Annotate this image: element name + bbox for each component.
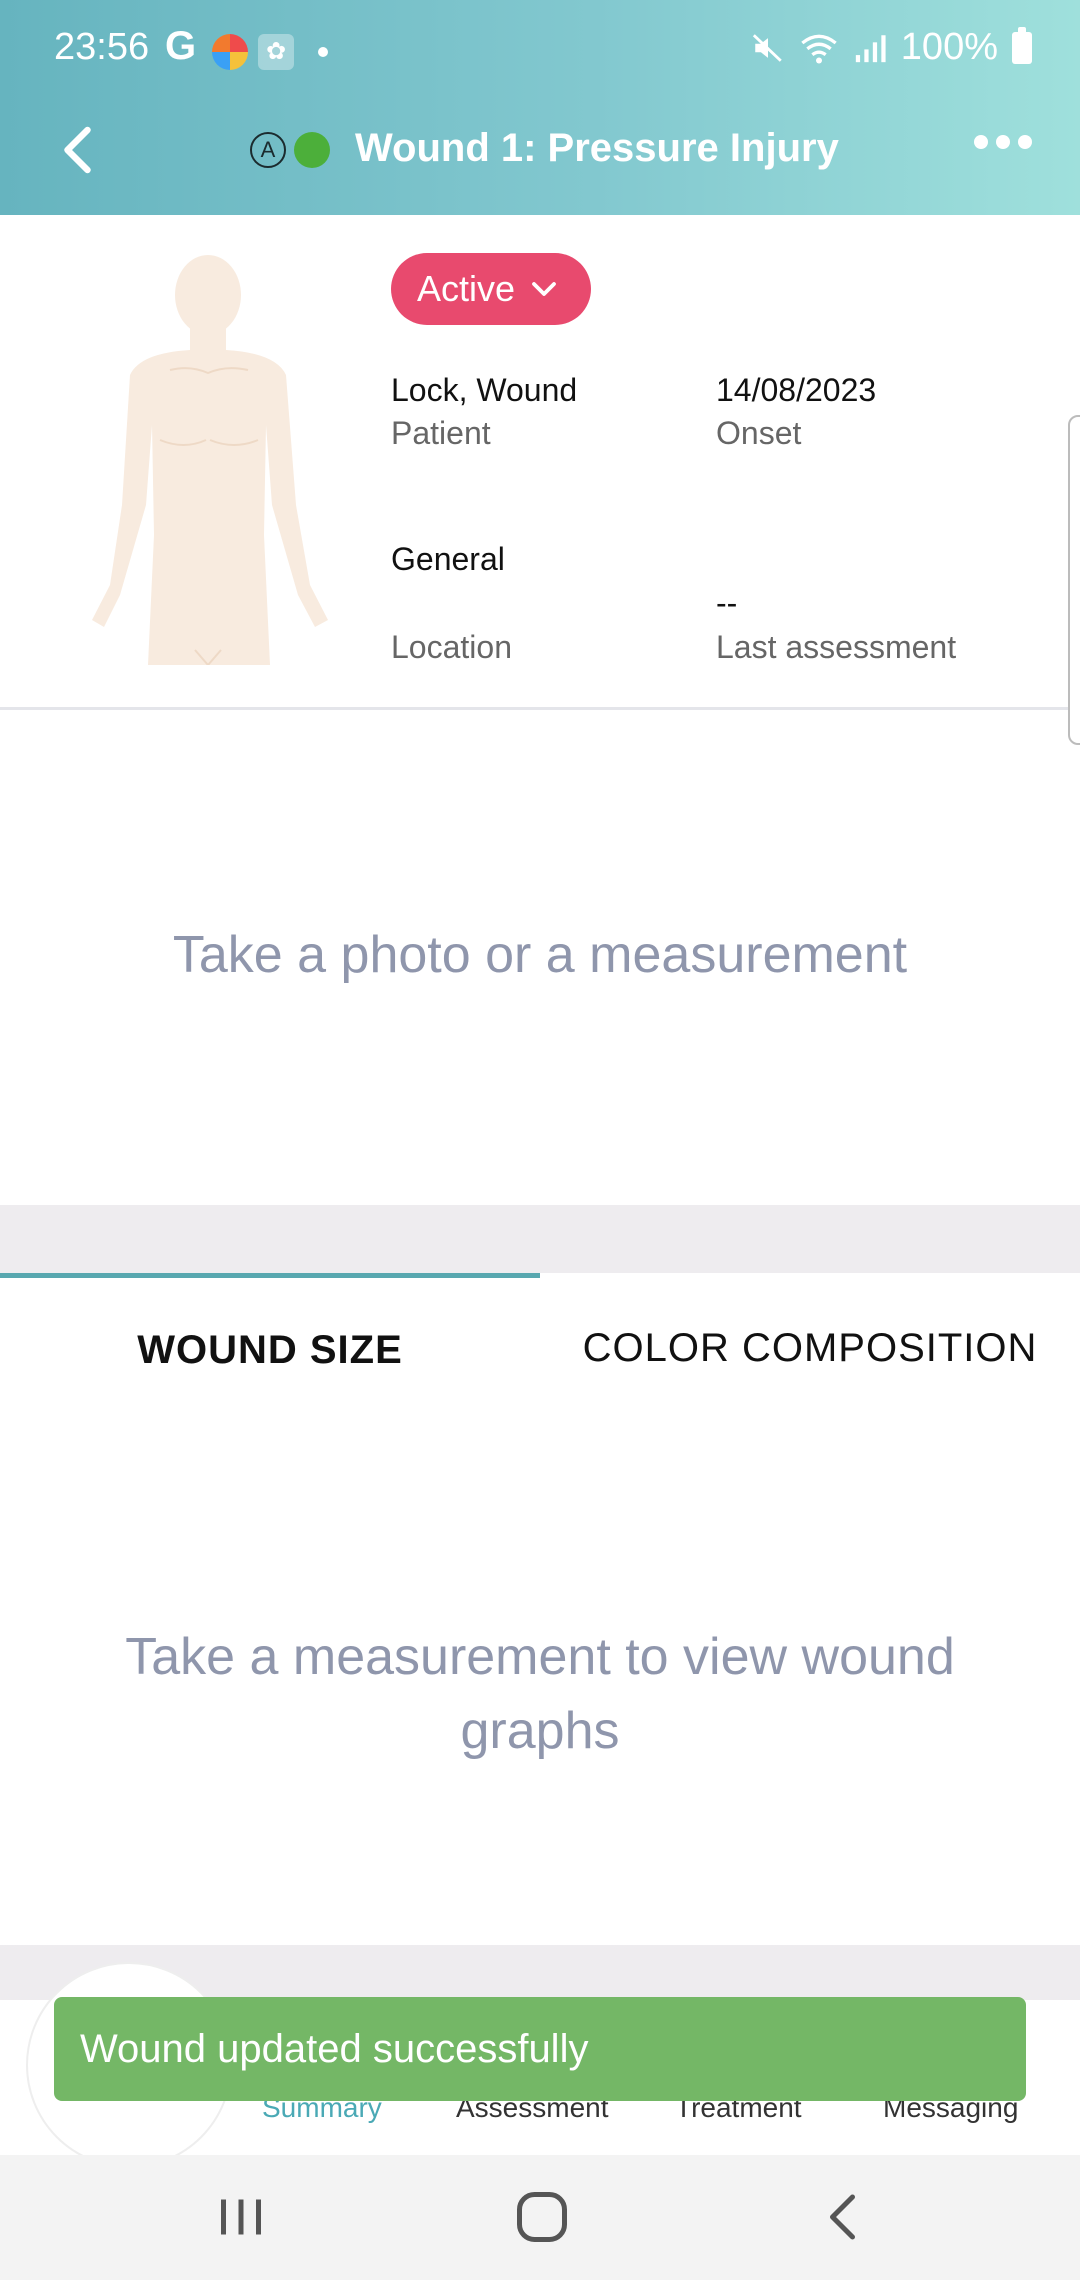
chevron-down-icon: [532, 282, 556, 296]
status-dot: [294, 132, 330, 168]
signal-icon: [855, 34, 886, 62]
battery-icon: [1012, 26, 1032, 64]
success-toast: Wound updated successfully: [54, 1997, 1026, 2101]
tab-color-composition[interactable]: COLOR COMPOSITION: [540, 1273, 1080, 1423]
patient-label: Patient: [391, 415, 491, 451]
section-divider: [0, 1205, 1080, 1273]
app-bar: A Wound 1: Pressure Injury: [0, 100, 1080, 215]
last-assessment-label: Last assessment: [716, 629, 957, 665]
app-icon: [212, 34, 248, 70]
patient-value: Lock, Wound: [391, 372, 578, 408]
body-map-figure[interactable]: [60, 255, 360, 665]
location-label: Location: [391, 629, 512, 665]
status-dropdown[interactable]: Active: [391, 253, 591, 325]
more-options-icon[interactable]: [974, 135, 1032, 149]
location-value: General: [391, 541, 505, 577]
battery-percentage: 100%: [900, 26, 998, 68]
recent-apps-icon[interactable]: [211, 2187, 271, 2247]
last-assessment-value: --: [716, 585, 738, 621]
side-drawer-handle[interactable]: [1068, 415, 1080, 745]
header: 23:56 G ✿ 100% A Wound 1: Pressure Injur…: [0, 0, 1080, 215]
mute-icon: [752, 33, 782, 62]
back-arrow-icon[interactable]: [50, 120, 110, 180]
home-icon[interactable]: [512, 2187, 572, 2247]
google-icon: G: [165, 24, 197, 68]
app-icon-2: ✿: [258, 34, 294, 70]
page-title: Wound 1: Pressure Injury: [355, 126, 839, 170]
graph-placeholder: Take a measurement to view wound graphs: [125, 1628, 955, 1760]
status-bar: 23:56 G ✿ 100%: [0, 0, 1080, 100]
notification-dot: [318, 47, 328, 57]
tab-wound-size[interactable]: WOUND SIZE: [0, 1273, 540, 1423]
graph-tabs: WOUND SIZE COLOR COMPOSITION: [0, 1273, 1080, 1423]
system-nav-bar: [0, 2155, 1080, 2280]
system-back-icon[interactable]: [815, 2187, 875, 2247]
wound-info-card: Active Lock, Wound Patient 14/08/2023 On…: [0, 215, 1080, 745]
status-right: 100%: [751, 26, 1032, 69]
wifi-icon: [801, 34, 837, 63]
assessment-badge-icon: A: [250, 132, 286, 168]
onset-value: 14/08/2023: [716, 372, 877, 408]
onset-label: Onset: [716, 415, 802, 451]
status-label: Active: [417, 268, 516, 309]
status-time: 23:56: [54, 26, 150, 68]
photo-placeholder[interactable]: Take a photo or a measurement: [0, 925, 1080, 985]
